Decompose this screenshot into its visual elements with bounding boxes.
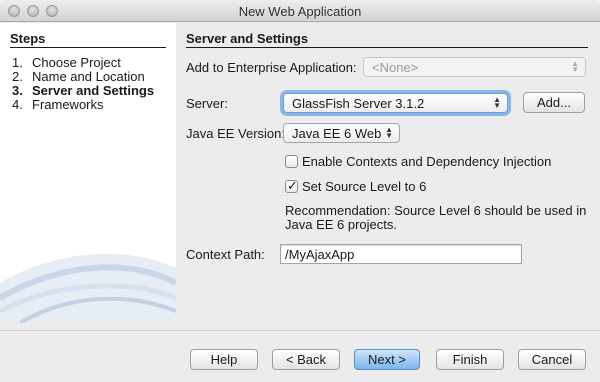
help-button[interactable]: Help [190,349,258,370]
step-label: Name and Location [32,69,145,84]
cancel-button[interactable]: Cancel [518,349,586,370]
steps-divider [10,47,166,48]
decorative-swoosh-image [0,253,176,323]
source-level-checkbox-label[interactable]: Set Source Level to 6 [302,179,426,194]
context-path-input[interactable]: /MyAjaxApp [280,244,522,264]
title-divider [186,47,588,48]
step-label: Server and Settings [32,83,155,98]
recommendation-text-line1: Recommendation: Source Level 6 should be… [285,203,587,218]
step-label: Frameworks [32,97,104,112]
dialog-window: New Web Application Steps 1. Choose Proje… [0,0,600,382]
step-number: 3. [12,83,23,98]
java-ee-version-label: Java EE Version: [186,126,285,141]
cdi-checkbox[interactable] [285,155,298,168]
page-title: Server and Settings [186,31,309,46]
step-name-and-location: 2. Name and Location [12,69,145,84]
title-bar[interactable]: New Web Application [0,0,600,22]
context-path-label: Context Path: [186,247,265,262]
step-number: 2. [12,69,23,84]
window-title: New Web Application [238,4,362,19]
source-level-checkbox[interactable]: ✓ [285,178,298,193]
updown-chevron-icon: ▲ ▼ [571,59,579,74]
server-label: Server: [186,96,228,111]
enterprise-app-select[interactable]: <None> ▲ ▼ [363,57,586,77]
server-value: GlassFish Server 3.1.2 [292,96,425,111]
updown-chevron-icon: ▲ ▼ [493,95,501,110]
recommendation-text-line2: Java EE 6 projects. [285,217,397,232]
cdi-checkbox-label[interactable]: Enable Contexts and Dependency Injection [302,154,551,169]
step-number: 4. [12,97,23,112]
button-bar-divider [0,330,600,331]
server-select[interactable]: GlassFish Server 3.1.2 ▲ ▼ [283,93,508,113]
steps-panel: Steps 1. Choose Project 2. Name and Locati… [0,23,176,323]
steps-heading: Steps [10,31,46,46]
add-server-button[interactable]: Add... [523,92,585,113]
java-ee-version-value: Java EE 6 Web [292,126,382,141]
step-server-and-settings: 3. Server and Settings [12,83,154,98]
checkmark-icon: ✓ [287,178,298,193]
back-button[interactable]: < Back [272,349,340,370]
updown-chevron-icon: ▲ ▼ [385,125,393,140]
enterprise-app-value: <None> [372,60,419,75]
next-button[interactable]: Next > [354,349,420,370]
step-frameworks: 4. Frameworks [12,97,104,112]
step-label: Choose Project [32,55,121,70]
finish-button[interactable]: Finish [436,349,504,370]
step-choose-project: 1. Choose Project [12,55,121,70]
java-ee-version-select[interactable]: Java EE 6 Web ▲ ▼ [283,123,400,143]
enterprise-app-label: Add to Enterprise Application: [186,60,357,75]
step-number: 1. [12,55,23,70]
